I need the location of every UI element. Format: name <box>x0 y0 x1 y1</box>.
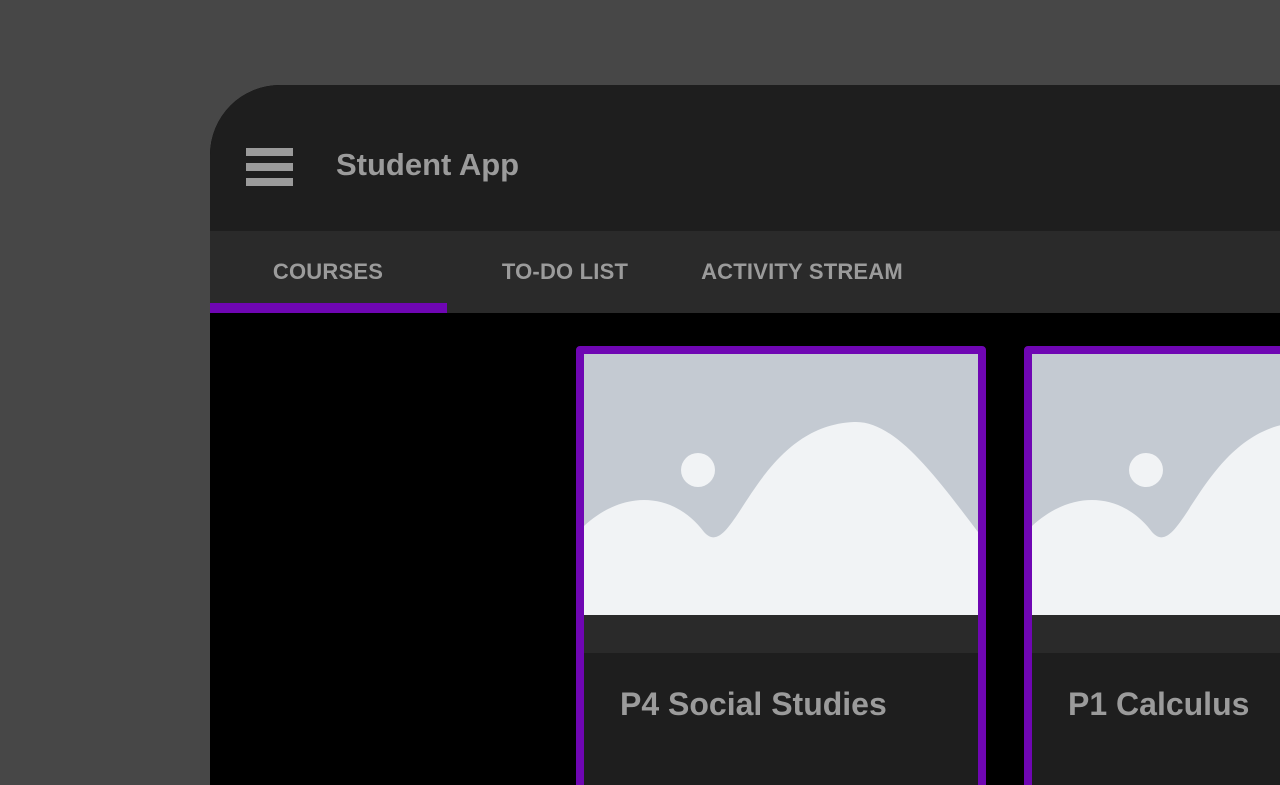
menu-line <box>246 178 293 186</box>
course-card-calculus[interactable]: P1 Calculus <box>1024 346 1280 785</box>
course-title: P4 Social Studies <box>620 686 887 722</box>
tab-activity-stream[interactable]: ACTIVITY STREAM <box>680 231 924 313</box>
tab-courses[interactable]: COURSES <box>210 231 446 313</box>
tab-bar: COURSES TO-DO LIST ACTIVITY STREAM <box>210 231 1280 313</box>
app-bar: Student App <box>210 85 1280 231</box>
card-divider-strip <box>1032 615 1280 653</box>
menu-line <box>246 148 293 156</box>
tab-to-do-list[interactable]: TO-DO LIST <box>480 231 650 313</box>
card-divider-strip <box>584 615 978 653</box>
image-placeholder-icon <box>584 354 978 615</box>
app-window: Student App COURSES TO-DO LIST ACTIVITY … <box>210 85 1280 785</box>
course-card-social-studies[interactable]: P4 Social Studies <box>576 346 986 785</box>
course-title: P1 Calculus <box>1068 686 1250 722</box>
menu-line <box>246 163 293 171</box>
image-placeholder-icon <box>1032 354 1280 615</box>
hamburger-menu-icon[interactable] <box>246 148 293 186</box>
selected-tab-indicator <box>210 303 447 313</box>
app-title: Student App <box>336 147 520 182</box>
